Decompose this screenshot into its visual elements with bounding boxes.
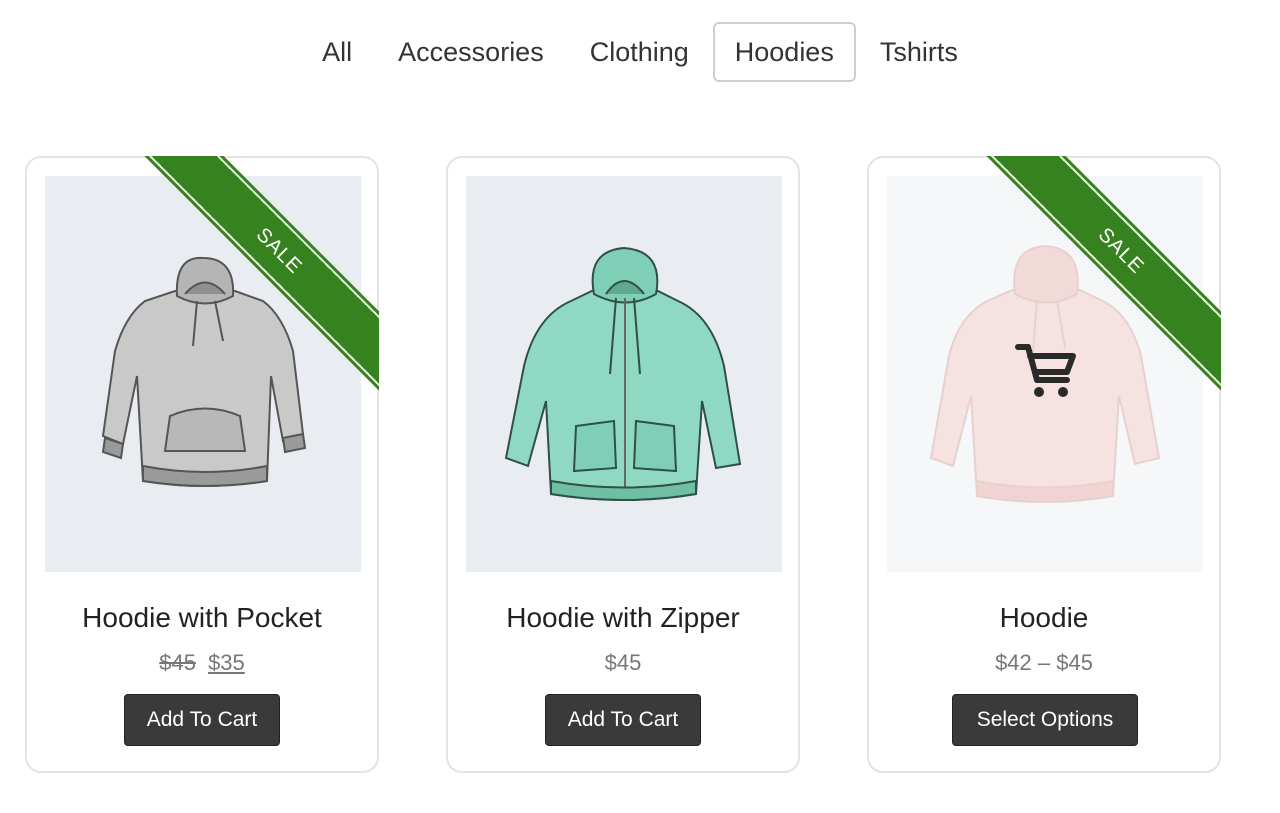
product-image[interactable] <box>466 176 782 572</box>
product-image[interactable] <box>45 176 361 572</box>
tab-clothing[interactable]: Clothing <box>568 22 711 82</box>
tab-hoodies[interactable]: Hoodies <box>712 22 856 82</box>
add-to-cart-button[interactable]: Add To Cart <box>545 694 701 746</box>
sale-price: $35 <box>208 650 245 675</box>
product-title[interactable]: Hoodie with Pocket <box>27 602 377 634</box>
product-card-hoodie: SALE Hoodie $42 – $45 Select Options <box>867 156 1221 773</box>
tab-all[interactable]: All <box>300 22 374 82</box>
gray-pocket-hoodie-icon <box>101 256 307 487</box>
product-image[interactable] <box>887 176 1203 572</box>
product-price: $42 – $45 <box>995 650 1093 675</box>
original-price: $45 <box>159 650 196 675</box>
select-options-button[interactable]: Select Options <box>952 694 1138 746</box>
product-card-hoodie-with-zipper: Hoodie with Zipper $45 Add To Cart <box>446 156 800 773</box>
tab-accessories[interactable]: Accessories <box>376 22 566 82</box>
product-card-hoodie-with-pocket: SALE Hoodie with Pocket $45 $35 Add To C… <box>25 156 379 773</box>
product-price: $45 <box>604 650 642 675</box>
tab-tshirts[interactable]: Tshirts <box>858 22 980 82</box>
category-tabs: All Accessories Clothing Hoodies Tshirts <box>0 22 1280 82</box>
product-price: $45 $35 <box>27 650 377 676</box>
teal-zip-hoodie-icon <box>504 246 742 501</box>
product-title[interactable]: Hoodie with Zipper <box>448 602 798 634</box>
add-to-cart-button[interactable]: Add To Cart <box>124 694 280 746</box>
product-title[interactable]: Hoodie <box>869 602 1219 634</box>
cart-icon[interactable] <box>1015 342 1077 400</box>
